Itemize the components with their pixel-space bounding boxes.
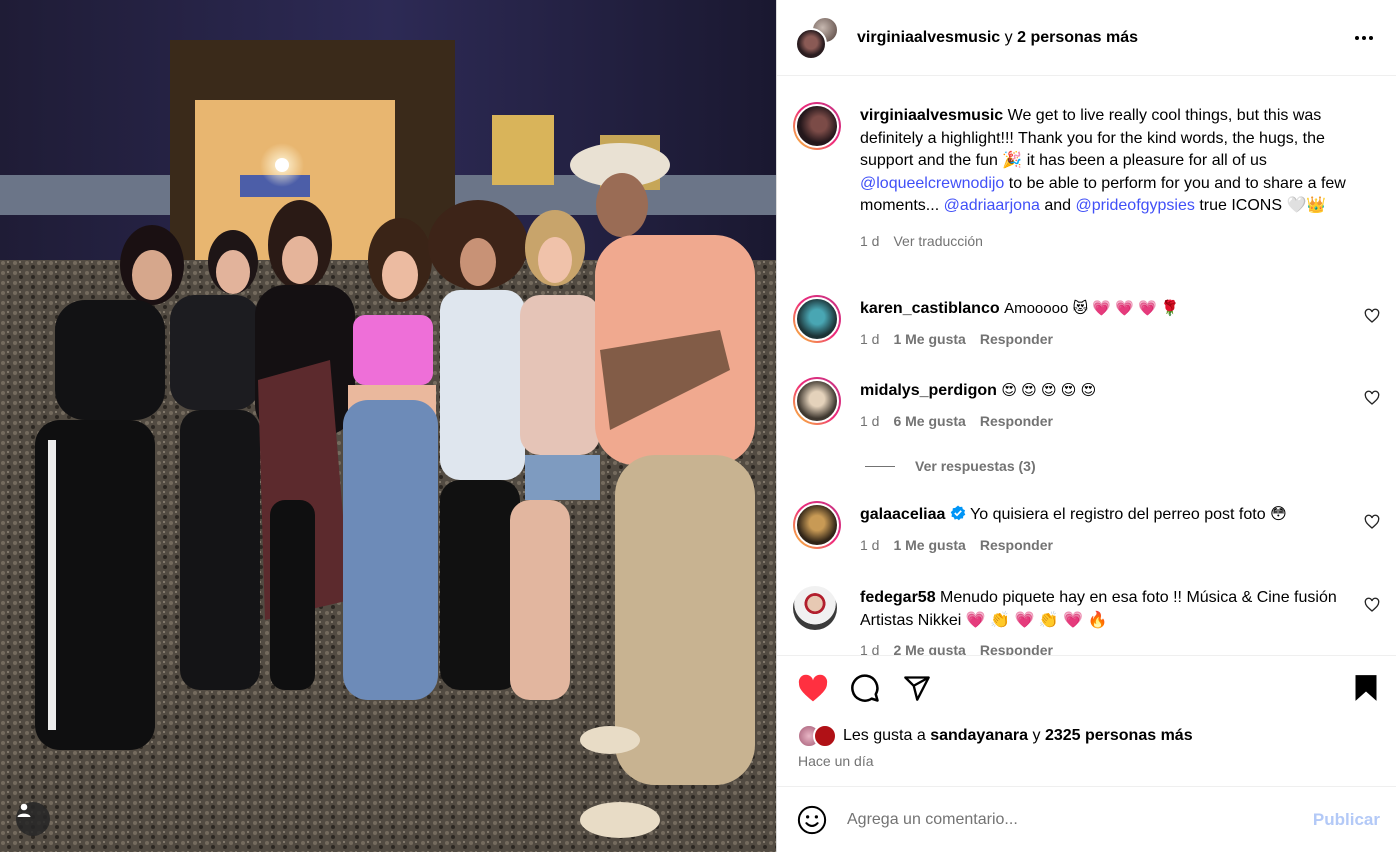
translate-link[interactable]: Ver traducción: [893, 230, 983, 253]
commenter-avatar[interactable]: [793, 586, 837, 630]
comment-text: Yo quisiera el registro del perreo post …: [970, 506, 1287, 523]
avatar: [813, 724, 837, 748]
comment-time[interactable]: 1 d: [860, 328, 879, 351]
reply-button[interactable]: Responder: [980, 410, 1053, 433]
post-photo[interactable]: [0, 0, 776, 852]
commenter-avatar[interactable]: [793, 295, 841, 343]
caption-text: true ICONS 🤍👑: [1194, 197, 1327, 214]
comment-likes[interactable]: 1 Me gusta: [893, 328, 965, 351]
likes-prefix: Les gusta a: [843, 727, 926, 744]
post-authors[interactable]: virginiaalvesmusic y 2 personas más: [857, 29, 1138, 47]
tag-user-button[interactable]: [16, 802, 50, 836]
bookmark-filled-icon: [1355, 675, 1377, 701]
mention-link[interactable]: @prideofgypsies: [1075, 197, 1194, 214]
reply-button[interactable]: Responder: [980, 328, 1053, 351]
comment-time[interactable]: 1 d: [860, 639, 879, 655]
like-comment-icon[interactable]: [1364, 308, 1380, 324]
publish-button[interactable]: Publicar: [1313, 810, 1380, 830]
comment-time[interactable]: 1 d: [860, 410, 879, 433]
tag-user-icon: [17, 803, 31, 817]
author-conjunction: y: [1004, 28, 1013, 46]
more-options-button[interactable]: [1352, 26, 1376, 50]
commenter-avatar[interactable]: [793, 501, 841, 549]
caption-avatar[interactable]: [793, 102, 841, 150]
post-details-panel: virginiaalvesmusic y 2 personas más virg…: [776, 0, 1396, 852]
collab-avatars[interactable]: [795, 15, 839, 60]
like-button[interactable]: [797, 672, 829, 704]
emoji-button[interactable]: [797, 805, 827, 835]
likes-summary[interactable]: Les gusta a sandayanara y 2325 personas …: [797, 724, 1193, 748]
verified-badge-icon: [950, 505, 966, 521]
mention-link[interactable]: @adriaarjona: [944, 197, 1040, 214]
comments-list[interactable]: virginiaalvesmusic We get to live really…: [777, 77, 1396, 655]
comment-time[interactable]: 1 d: [860, 534, 879, 557]
comment-composer: Agrega un comentario... Publicar: [777, 788, 1396, 852]
share-icon: [904, 676, 930, 701]
commenter-avatar[interactable]: [793, 377, 841, 425]
share-button[interactable]: [901, 672, 933, 704]
post-header: virginiaalvesmusic y 2 personas más: [777, 0, 1396, 76]
save-button[interactable]: [1350, 672, 1382, 704]
comment-username[interactable]: fedegar58: [860, 589, 936, 606]
author-username[interactable]: virginiaalvesmusic: [857, 29, 1000, 46]
comment-text: 😍 😍 😍 😍 😍: [1001, 382, 1097, 399]
comment-username[interactable]: galaaceliaa: [860, 506, 945, 523]
like-comment-icon[interactable]: [1364, 390, 1380, 406]
comment-icon: [851, 674, 879, 702]
post-actions: Les gusta a sandayanara y 2325 personas …: [777, 655, 1396, 787]
more-options-icon: [1355, 36, 1373, 40]
emoji-icon: [797, 805, 827, 835]
view-replies-label: Ver respuestas (3): [915, 458, 1036, 474]
caption-time[interactable]: 1 d: [860, 230, 879, 253]
comment-username[interactable]: karen_castiblanco: [860, 300, 1000, 317]
liker-username[interactable]: sandayanara: [930, 727, 1028, 744]
caption-username[interactable]: virginiaalvesmusic: [860, 107, 1003, 124]
comment-username[interactable]: midalys_perdigon: [860, 382, 997, 399]
like-comment-icon[interactable]: [1364, 514, 1380, 530]
caption-text: and: [1039, 197, 1076, 214]
view-replies-button[interactable]: Ver respuestas (3): [865, 458, 1036, 474]
comment-likes[interactable]: 1 Me gusta: [893, 534, 965, 557]
post-date: Hace un día: [798, 753, 874, 769]
heart-filled-icon: [798, 674, 828, 702]
likes-conj: y: [1032, 727, 1041, 744]
like-comment-icon[interactable]: [1364, 597, 1380, 613]
comment-input[interactable]: Agrega un comentario...: [847, 811, 1313, 829]
collaborators-link[interactable]: 2 personas más: [1017, 29, 1138, 46]
avatar: [795, 27, 827, 60]
comment-likes[interactable]: 2 Me gusta: [893, 639, 965, 655]
reply-button[interactable]: Responder: [980, 639, 1053, 655]
photo-illustration: [0, 0, 776, 852]
divider: [865, 465, 895, 467]
likes-count[interactable]: 2325 personas más: [1045, 727, 1193, 744]
comment-button[interactable]: [849, 672, 881, 704]
mention-link[interactable]: @loqueelcrewnodijo: [860, 175, 1004, 192]
reply-button[interactable]: Responder: [980, 534, 1053, 557]
comment-likes[interactable]: 6 Me gusta: [893, 410, 965, 433]
comment-text: Amooooo 😻 💗 💗 💗 🌹: [1004, 300, 1180, 317]
